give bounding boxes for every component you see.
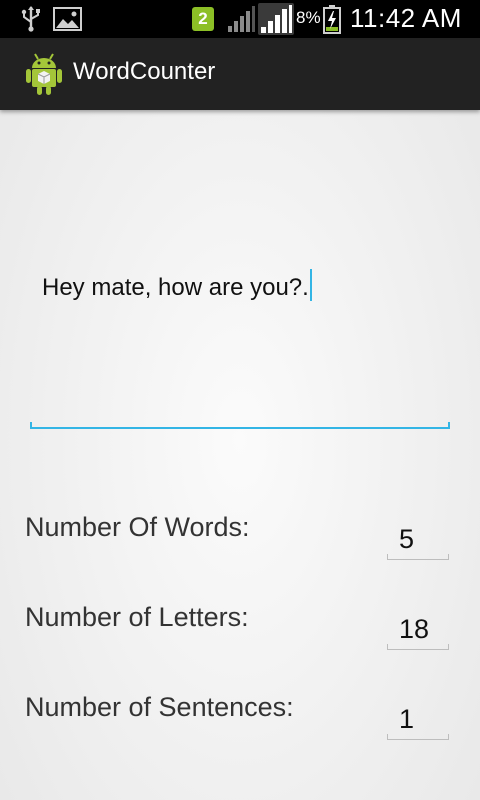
app-title: WordCounter bbox=[73, 58, 216, 85]
letters-field-underline-right bbox=[448, 644, 449, 650]
letters-value[interactable]: 18 bbox=[399, 614, 429, 645]
letters-field[interactable]: 18 bbox=[387, 606, 449, 650]
screen: 2 8% 11:42 AM WordCounter Hey mate, how … bbox=[0, 0, 480, 800]
text-input-value[interactable]: Hey mate, how are you?. bbox=[42, 269, 312, 302]
battery-charging-icon bbox=[323, 5, 341, 34]
signal-icon bbox=[258, 3, 294, 35]
sentences-field[interactable]: 1 bbox=[387, 696, 449, 740]
text-input-underline-left bbox=[30, 422, 32, 429]
text-input[interactable]: Hey mate, how are you?. bbox=[30, 255, 450, 429]
usb-icon bbox=[21, 6, 40, 32]
words-field-underline bbox=[387, 559, 449, 560]
words-field-underline-left bbox=[387, 554, 388, 560]
clock: 11:42 AM bbox=[350, 3, 462, 33]
words-field-underline-right bbox=[448, 554, 449, 560]
sentences-field-underline bbox=[387, 739, 449, 740]
letters-field-underline-left bbox=[387, 644, 388, 650]
letters-field-underline bbox=[387, 649, 449, 650]
image-icon bbox=[53, 7, 82, 31]
action-bar: WordCounter bbox=[0, 38, 480, 110]
text-input-underline-right bbox=[448, 422, 450, 429]
sentences-label: Number of Sentences: bbox=[25, 692, 294, 722]
sentences-value[interactable]: 1 bbox=[399, 704, 414, 735]
words-field[interactable]: 5 bbox=[387, 516, 449, 560]
status-bar: 2 8% 11:42 AM bbox=[0, 0, 480, 38]
stat-row-sentences: Number of Sentences: 1 bbox=[0, 692, 480, 752]
signal-icon bbox=[228, 6, 255, 32]
sentences-field-underline-left bbox=[387, 734, 388, 740]
android-app-icon[interactable] bbox=[24, 52, 64, 96]
stat-row-letters: Number of Letters: 18 bbox=[0, 602, 480, 662]
text-input-underline bbox=[30, 427, 450, 429]
battery-percent: 8% bbox=[296, 8, 321, 27]
words-value[interactable]: 5 bbox=[399, 524, 414, 555]
stat-row-words: Number Of Words: 5 bbox=[0, 512, 480, 572]
notification-badge: 2 bbox=[192, 7, 214, 31]
words-label: Number Of Words: bbox=[25, 512, 250, 542]
text-cursor bbox=[309, 269, 312, 301]
letters-label: Number of Letters: bbox=[25, 602, 249, 632]
sentences-field-underline-right bbox=[448, 734, 449, 740]
